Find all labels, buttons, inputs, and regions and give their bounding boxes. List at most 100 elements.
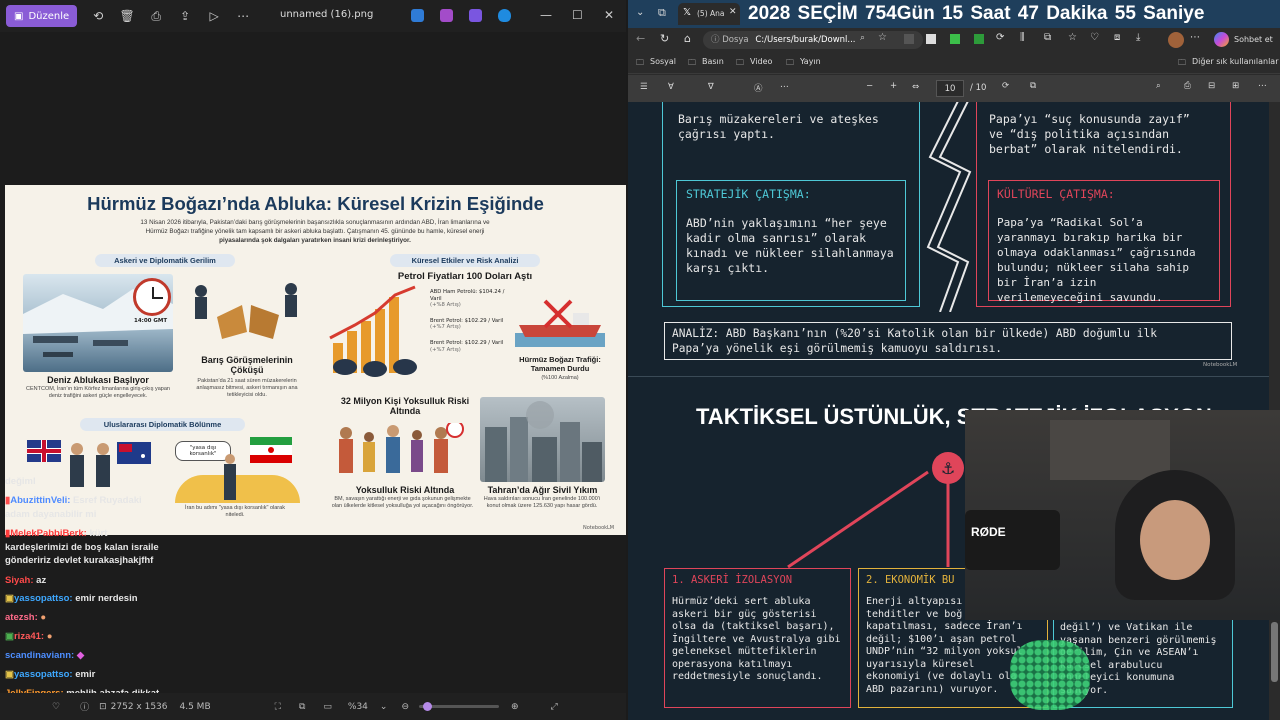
emote-icon: ● xyxy=(40,612,47,623)
brent-change-1: (+%7 Artış) xyxy=(430,324,461,331)
app-icon-clipchamp[interactable] xyxy=(440,9,453,22)
zoom-preset-icon[interactable]: ▭ xyxy=(323,702,332,712)
col1-title: 1. ASKERİ İZOLASYON xyxy=(672,574,793,586)
split-screen-icon[interactable]: ⧉ xyxy=(1044,32,1051,43)
zoom-out-icon[interactable]: − xyxy=(866,81,873,91)
search-icon[interactable]: ⌕ xyxy=(860,33,865,43)
oil-price-illustration xyxy=(329,285,417,377)
close-tab-icon[interactable]: ✕ xyxy=(729,7,737,17)
destroyed-city-illustration xyxy=(485,401,602,482)
iran-flag-icon xyxy=(250,437,292,463)
address-field[interactable]: ⓘ Dosya C:/Users/burak/Downl... xyxy=(703,31,923,49)
photos-status-bar: ♡ ⓘ ⊡ 2752 x 1536 4.5 MB ⛶ ⧉ ▭ %34 ⌄ ⊖ ⊕… xyxy=(0,693,626,720)
favorite-basin[interactable]: Basın xyxy=(702,57,724,66)
more-icon[interactable]: ⋯ xyxy=(235,8,251,24)
folder-icon: 🗀 xyxy=(636,58,644,67)
rotate-icon[interactable]: ⟳ xyxy=(1002,81,1009,91)
brent-change-2: (+%7 Artış) xyxy=(430,346,461,353)
share-icon[interactable]: ⇪ xyxy=(177,8,193,24)
back-icon[interactable]: ← xyxy=(636,32,645,45)
tab-bar: ⌄ ⧉ 𝕏 (5) Ana ✕ 2028 SEÇİM 754Gün 15 Saa… xyxy=(628,0,1280,28)
collections-icon[interactable]: ⧈ xyxy=(1114,32,1120,43)
tab-x[interactable]: 𝕏 (5) Ana ✕ xyxy=(678,3,740,25)
extension-icon-4[interactable] xyxy=(974,34,984,44)
save-as-icon[interactable]: ⊞ xyxy=(1232,81,1239,91)
lightning-divider-icon xyxy=(926,102,972,312)
analysis-box: ANALİZ: ABD Başkanı’nın (%20’si Katolik … xyxy=(664,322,1232,360)
health-icon[interactable]: ♡ xyxy=(1090,32,1099,43)
zoom-out-icon[interactable]: ⊖ xyxy=(401,702,409,712)
svg-text:⚓: ⚓ xyxy=(941,459,955,478)
emote-icon: ● xyxy=(46,631,53,642)
chat-text: emir nerdesin xyxy=(75,593,138,604)
fullscreen-icon[interactable]: ⤢ xyxy=(551,702,558,712)
text-icon[interactable]: Ⓐ xyxy=(754,82,763,94)
favorite-yayin[interactable]: Yayın xyxy=(800,57,821,66)
reader-icon[interactable]: ⫼ xyxy=(1020,32,1025,43)
favorite-star-icon[interactable]: ☆ xyxy=(878,32,887,43)
fit-page-icon[interactable]: ⇔ xyxy=(912,82,919,92)
search-icon[interactable]: ⌕ xyxy=(1156,81,1161,91)
extension-icon-3[interactable] xyxy=(950,34,960,44)
maximize-icon[interactable]: ☐ xyxy=(572,8,583,22)
more-icon[interactable]: ⋯ xyxy=(1190,32,1200,43)
draw-icon[interactable]: ∀ xyxy=(668,82,674,92)
other-favorites[interactable]: Diğer sık kullanılanlar xyxy=(1192,57,1279,66)
scrollbar-thumb[interactable] xyxy=(1271,622,1278,682)
clock-time: 14:00 GMT xyxy=(134,318,168,324)
avatar[interactable] xyxy=(1168,32,1184,48)
app-icon-edit[interactable] xyxy=(411,9,424,22)
webcam-overlay: RØDE xyxy=(965,410,1280,620)
extension-icon-2[interactable] xyxy=(926,34,936,44)
zoom-in-icon[interactable]: ⊕ xyxy=(511,702,519,712)
zoom-in-icon[interactable]: + xyxy=(890,81,897,91)
chat-text: adam dayanabilir mi xyxy=(5,509,97,520)
tab-actions-icon[interactable]: ⌄ xyxy=(636,7,644,18)
zoom-slider-thumb[interactable] xyxy=(423,702,432,711)
infographic-title: Hürmüz Boğazı’nda Abluka: Küresel Krizin… xyxy=(87,193,544,214)
close-icon[interactable]: ✕ xyxy=(604,8,614,22)
highlight-icon[interactable]: ∇ xyxy=(708,82,714,92)
contents-icon[interactable]: ☰ xyxy=(640,82,648,92)
wti-change: (+%8 Artış) xyxy=(430,302,461,309)
minimize-icon[interactable]: — xyxy=(540,8,552,22)
onedrive-icon[interactable] xyxy=(498,9,511,22)
info-icon[interactable]: ⓘ xyxy=(80,700,89,713)
edit-button[interactable]: ▣ Düzenle xyxy=(6,5,78,27)
home-icon[interactable]: ⌂ xyxy=(684,32,691,45)
slideshow-icon[interactable]: ▷ xyxy=(206,8,222,24)
app-icon-designer[interactable] xyxy=(469,9,482,22)
refresh-icon[interactable]: ↻ xyxy=(660,32,669,45)
microphone: RØDE xyxy=(965,510,1060,570)
print-icon[interactable]: ⎙ xyxy=(148,8,164,24)
extension-icon-5[interactable]: ⟳ xyxy=(996,32,1004,43)
favorites-icon[interactable]: ☆ xyxy=(1068,32,1077,43)
zoom-slider[interactable] xyxy=(419,702,499,711)
chat-line: Siyah: az xyxy=(5,575,46,586)
analysis-text: ANALİZ: ABD Başkanı’nın (%20’si Katolik … xyxy=(672,327,1157,355)
heart-icon[interactable]: ♡ xyxy=(52,702,60,712)
rotate-icon[interactable]: ⟲ xyxy=(90,8,106,24)
zoom-level[interactable]: %34 xyxy=(348,702,368,712)
workspaces-icon[interactable]: ⧉ xyxy=(658,6,666,20)
page-view-icon[interactable]: ⧉ xyxy=(1030,81,1036,91)
print-icon[interactable]: ⎙ xyxy=(1184,81,1191,91)
copilot-icon[interactable] xyxy=(1214,32,1229,47)
actual-size-icon[interactable]: ⧉ xyxy=(299,702,305,712)
page-number-input[interactable]: 10 xyxy=(936,80,964,97)
save-icon[interactable]: ⊟ xyxy=(1208,81,1215,91)
chevron-down-icon[interactable]: ⌄ xyxy=(380,702,388,712)
copilot-label[interactable]: Sohbet et xyxy=(1234,35,1273,44)
favorite-video[interactable]: Video xyxy=(750,57,772,66)
more-icon[interactable]: ⋯ xyxy=(780,82,789,92)
fit-icon[interactable]: ⛶ xyxy=(275,702,281,712)
poverty-caption: Yoksulluk Riski Altında xyxy=(355,485,455,495)
delete-icon[interactable]: 🗑 xyxy=(119,8,135,24)
extension-icon-1[interactable] xyxy=(904,34,914,44)
notebooklm-watermark: NotebookLM xyxy=(583,525,615,531)
more-icon[interactable]: ⋯ xyxy=(1258,81,1267,91)
green-ball-jar xyxy=(1010,640,1090,710)
downloads-icon[interactable]: ⤓ xyxy=(1136,32,1140,43)
favorite-sosyal[interactable]: Sosyal xyxy=(650,57,676,66)
chat-text: göndeririz devlet kurakasjhakjfhf xyxy=(5,555,154,566)
